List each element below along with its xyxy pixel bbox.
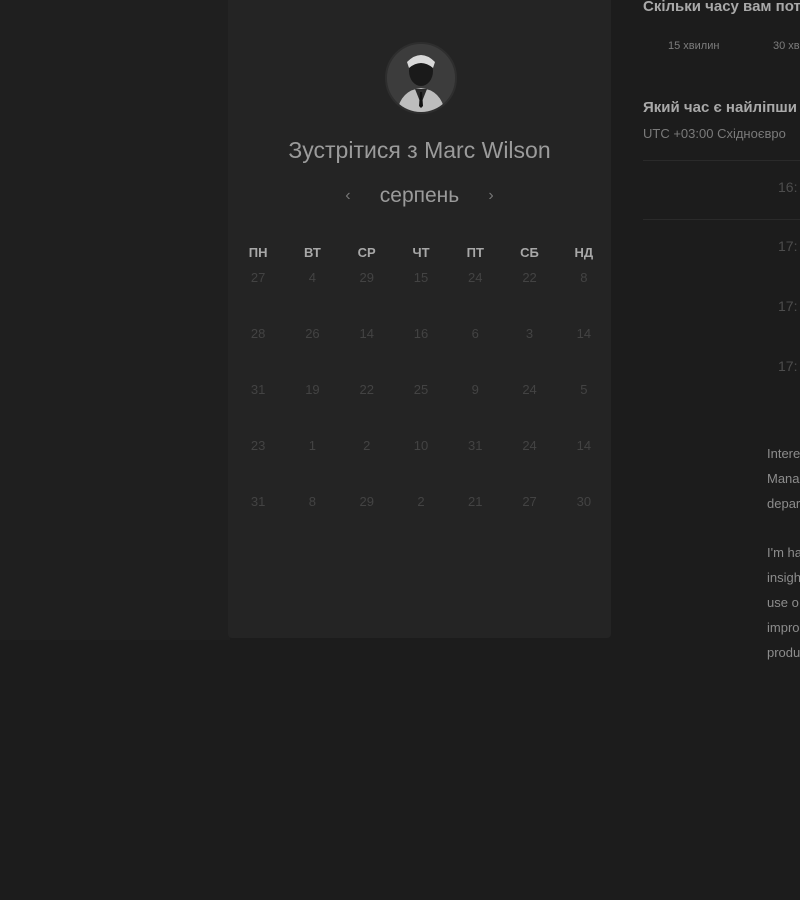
description-paragraph: Intere Mana depar (767, 446, 800, 511)
calendar-day: 31 (250, 494, 266, 509)
calendar-day: 5 (580, 382, 588, 397)
details-panel: Скільки часу вам пот 15 хвилин 30 хв Яки… (643, 0, 800, 900)
calendar-week: 28 26 14 16 6 3 14 (231, 326, 611, 382)
calendar-day: 14 (359, 326, 374, 341)
time-slot-label: 16: (778, 179, 798, 195)
time-slot[interactable]: 16: (643, 160, 800, 220)
calendar-day: 16 (413, 326, 429, 341)
calendar-day: 31 (250, 382, 266, 397)
calendar-day: 22 (359, 382, 374, 397)
weekday-label: СБ (520, 245, 539, 260)
calendar-day: 19 (305, 382, 320, 397)
calendar-day: 21 (468, 494, 483, 509)
weekday-label: ЧТ (412, 245, 430, 260)
calendar-day: 23 (250, 438, 266, 453)
current-month: серпень (379, 184, 460, 207)
weekday-label: ВТ (304, 245, 321, 260)
calendar-day: 8 (580, 270, 588, 285)
time-slot-label: 17: (778, 358, 798, 374)
calendar-day: 2 (363, 438, 371, 453)
calendar-week: 23 1 2 10 31 24 14 (231, 438, 611, 494)
calendar-week: 31 19 22 25 9 24 5 (231, 382, 611, 438)
time-slot[interactable]: 17: (643, 340, 800, 398)
time-slot[interactable]: 17: (643, 280, 800, 338)
calendar-day: 28 (250, 326, 266, 341)
avatar (385, 42, 457, 114)
calendar-day: 24 (522, 382, 537, 397)
calendar-week: 27 4 29 15 24 22 8 (231, 270, 611, 326)
calendar-day: 10 (413, 438, 429, 453)
time-question: Який час є найліпши (643, 99, 798, 116)
calendar-week: 31 8 29 2 21 27 30 (231, 494, 611, 550)
calendar-day: 29 (359, 270, 374, 285)
time-slot-label: 17: (778, 298, 798, 314)
calendar-day: 25 (413, 382, 429, 397)
calendar-grid: 27 4 29 15 24 22 8 28 26 14 16 6 3 14 31… (231, 270, 611, 550)
calendar-day: 24 (468, 270, 483, 285)
calendar-day: 15 (413, 270, 429, 285)
calendar-day: 8 (308, 494, 317, 509)
duration-option-15[interactable]: 15 хвилин (668, 40, 719, 52)
weekday-label: ПН (248, 245, 268, 260)
duration-question: Скільки часу вам пот (643, 0, 800, 15)
calendar-day: 26 (305, 326, 320, 341)
page-background-left (0, 0, 230, 640)
calendar-day: 27 (522, 494, 537, 509)
calendar-day: 14 (576, 326, 592, 341)
calendar-day: 30 (576, 494, 592, 509)
calendar-day: 3 (525, 326, 534, 341)
calendar-day: 2 (417, 494, 425, 509)
month-navigator: ‹ серпень › (228, 184, 611, 208)
page-title: Зустрітися з Marc Wilson (288, 137, 551, 163)
weekday-label: НД (574, 245, 594, 260)
calendar-day: 1 (308, 438, 317, 453)
calendar-day: 9 (471, 382, 479, 397)
calendar-day: 24 (522, 438, 537, 453)
time-slot-label: 17: (778, 238, 798, 254)
booking-card: Зустрітися з Marc Wilson ‹ серпень › ПН … (228, 0, 611, 638)
weekday-label: СР (357, 245, 376, 260)
timezone-label: UTC +03:00 Східноєвро (643, 126, 786, 141)
calendar-day: 6 (471, 326, 479, 341)
calendar-day: 4 (308, 270, 317, 285)
duration-option-30[interactable]: 30 хв (773, 40, 800, 52)
time-slot[interactable]: 17: (643, 220, 800, 278)
calendar-day: 31 (468, 438, 483, 453)
calendar-day: 27 (250, 270, 266, 285)
chevron-left-icon[interactable]: ‹ (338, 187, 358, 205)
calendar-day: 22 (522, 270, 537, 285)
weekday-label: ПТ (466, 245, 484, 260)
calendar-day: 14 (576, 438, 592, 453)
calendar-day: 29 (359, 494, 374, 509)
description: Intere Mana depar I'm ha insigh use o im… (767, 441, 800, 689)
description-paragraph: I'm ha insigh use o impro produ (767, 545, 800, 660)
chevron-right-icon[interactable]: › (481, 187, 501, 205)
weekday-header: ПН ВТ СР ЧТ ПТ СБ НД (231, 245, 611, 260)
person-icon (387, 44, 455, 112)
